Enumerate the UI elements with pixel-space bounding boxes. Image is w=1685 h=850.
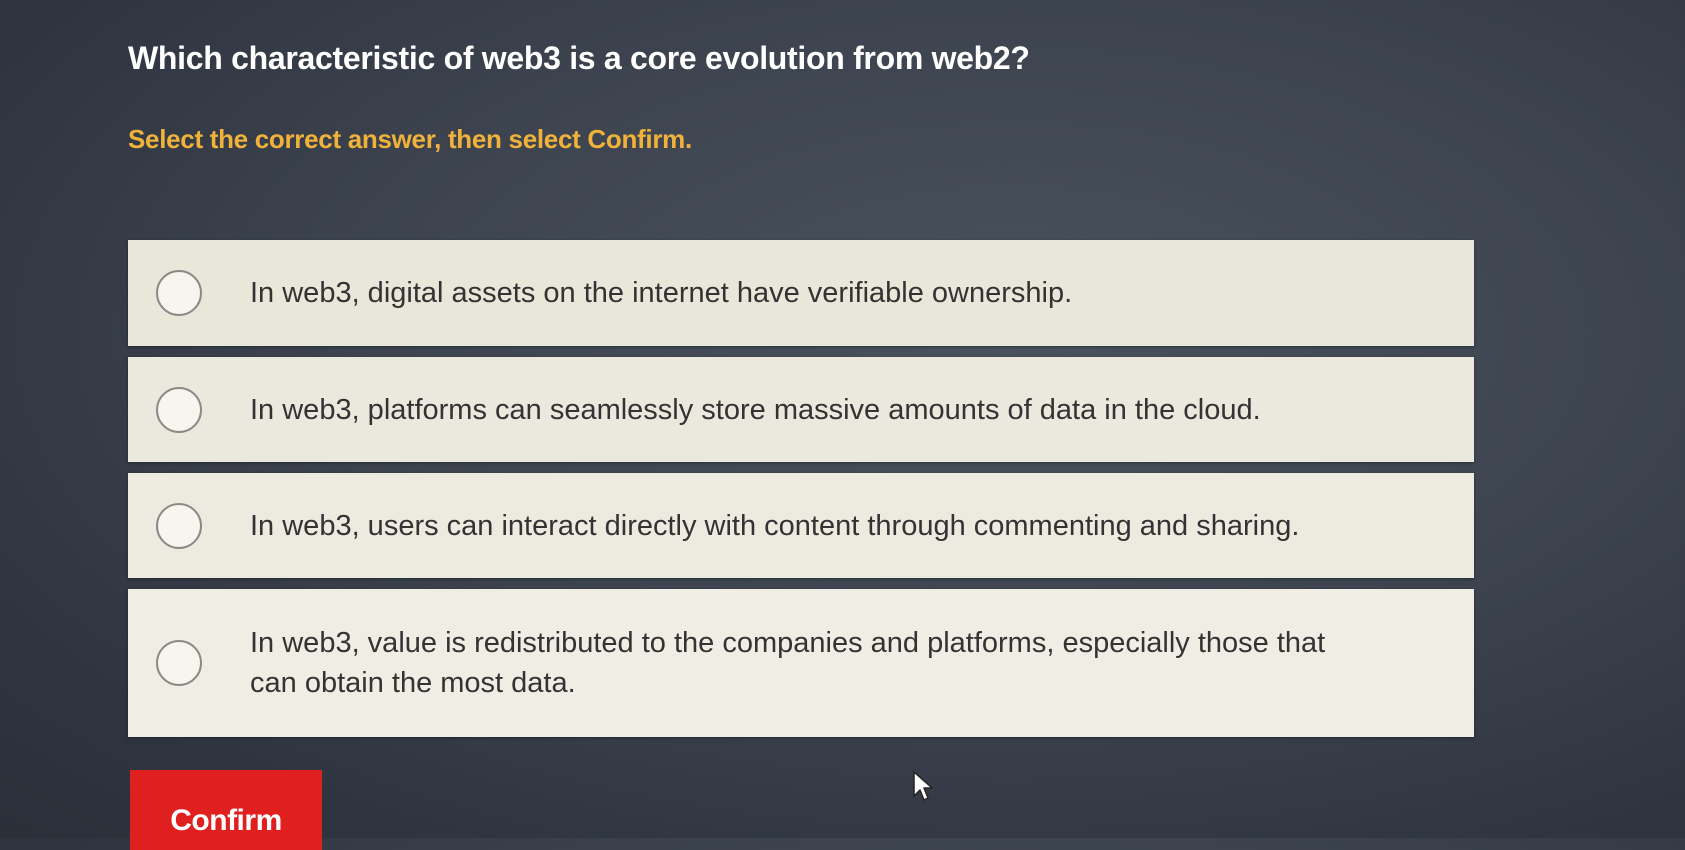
answer-options: In web3, digital assets on the internet …	[128, 240, 1474, 748]
instruction-text: Select the correct answer, then select C…	[128, 124, 692, 154]
confirm-button[interactable]: Confirm	[130, 770, 322, 850]
answer-option-4[interactable]: In web3, value is redistributed to the c…	[128, 589, 1474, 737]
question-title: Which characteristic of web3 is a core e…	[128, 40, 1030, 76]
answer-option-label: In web3, digital assets on the internet …	[250, 277, 1073, 309]
radio-circle-icon[interactable]	[156, 386, 202, 433]
answer-option-1[interactable]: In web3, digital assets on the internet …	[128, 240, 1474, 346]
answer-option-2[interactable]: In web3, platforms can seamlessly store …	[128, 357, 1474, 462]
radio-circle-icon[interactable]	[156, 270, 202, 316]
answer-option-label: In web3, users can interact directly wit…	[250, 509, 1300, 542]
answer-option-3[interactable]: In web3, users can interact directly wit…	[128, 473, 1474, 578]
answer-option-label: In web3, platforms can seamlessly store …	[250, 393, 1261, 426]
radio-circle-icon[interactable]	[156, 640, 202, 686]
mouse-pointer-icon	[913, 771, 933, 801]
answer-option-label: In web3, value is redistributed to the c…	[250, 627, 1326, 699]
radio-circle-icon[interactable]	[156, 502, 202, 549]
